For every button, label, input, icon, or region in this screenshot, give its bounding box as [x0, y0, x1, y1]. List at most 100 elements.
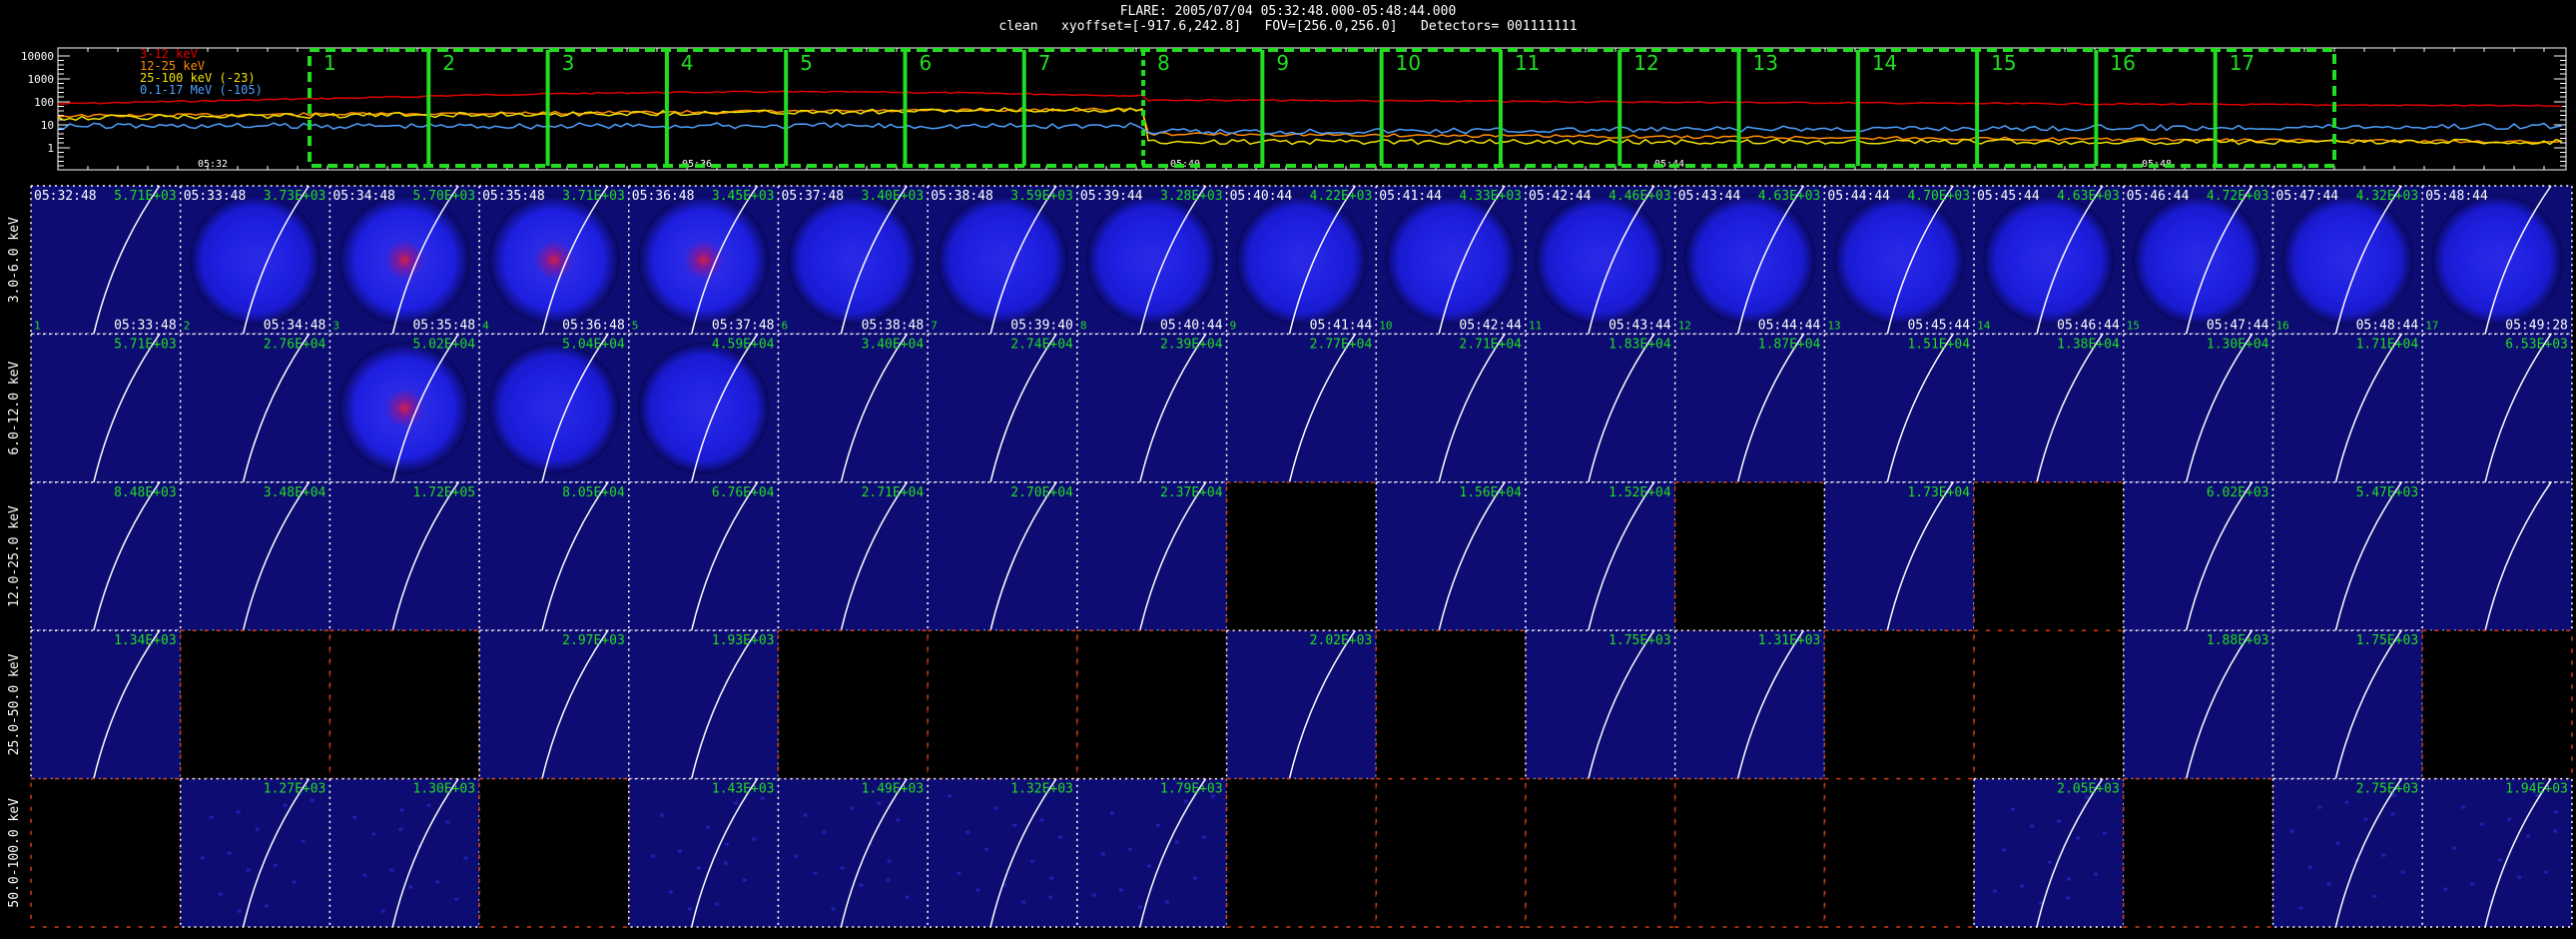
noise-speck: [2452, 846, 2457, 850]
source-disk: [937, 194, 1068, 327]
source-disk: [189, 194, 322, 327]
image-tile: 4.46E+03 05:42:44 05:43:44 11: [1525, 185, 1676, 336]
noise-speck: [2390, 812, 2395, 816]
tile-end-time: 05:38:48: [862, 318, 925, 333]
tile-start-time: 05:45:44: [1977, 189, 2040, 204]
tile-max-value: 8.48E+03: [114, 485, 177, 500]
tile-frame: [179, 333, 331, 483]
noise-speck: [2363, 817, 2368, 821]
image-tile: 5.70E+03 05:34:48 05:35:48 3: [328, 185, 480, 336]
noise-speck: [659, 813, 664, 817]
tile-background: [2272, 186, 2423, 335]
solar-limb: [840, 185, 908, 335]
image-tile: [1375, 777, 1527, 928]
tile-frame: [478, 185, 630, 336]
noise-speck: [705, 825, 710, 829]
noise-speck: [2443, 887, 2448, 891]
image-tile: 1.75E+03: [1525, 629, 1676, 780]
noise-speck: [2067, 877, 2072, 881]
noise-speck: [1030, 859, 1035, 863]
row-label: 6.0-12.0 keV: [7, 361, 22, 455]
tile-background: [1376, 481, 1526, 631]
noise-speck: [2461, 805, 2466, 809]
image-tile: [1673, 777, 1826, 928]
tile-max-value: 1.93E+03: [712, 633, 775, 648]
tile-frame: [2271, 629, 2423, 780]
empty-tile: [1673, 481, 1826, 631]
interval-number: 3: [562, 51, 575, 75]
noise-speck: [1002, 883, 1007, 887]
image-tile: 4.59E+04: [628, 333, 780, 483]
tile-max-value: 3.40E+04: [862, 337, 925, 352]
noise-speck: [868, 842, 873, 846]
empty-tile: [478, 777, 630, 928]
tile-index: 2: [184, 319, 191, 332]
noise-speck: [2544, 870, 2549, 874]
noise-speck: [966, 830, 970, 834]
noise-speck: [2344, 800, 2349, 804]
noise-speck: [2011, 807, 2016, 811]
source-disk: [1085, 194, 1218, 327]
tile-max-value: 8.05E+04: [562, 485, 625, 500]
tile-end-time: 05:34:48: [264, 318, 326, 333]
empty-tile: [1525, 777, 1676, 928]
solar-limb: [2185, 481, 2254, 631]
source-disk: [637, 194, 770, 327]
noise-speck: [714, 902, 719, 906]
noise-speck: [2057, 819, 2062, 823]
tile-max-value: 1.87E+04: [1758, 337, 1821, 352]
tile-frame: [478, 333, 630, 483]
solar-limb: [1288, 629, 1356, 779]
noise-speck: [2335, 841, 2340, 845]
tile-frame: [1076, 333, 1228, 483]
tile-end-time: 05:36:48: [562, 318, 625, 333]
tile-background: [1526, 481, 1675, 631]
tile-frame: [2123, 481, 2274, 631]
tile-frame: [1225, 629, 1378, 780]
image-tile: 1.93E+03: [628, 629, 780, 780]
tile-frame: [179, 185, 331, 336]
tile-max-value: 2.39E+04: [1160, 337, 1223, 352]
image-tile: 2.70E+04: [927, 481, 1078, 631]
noise-speck: [371, 832, 376, 836]
solar-limb: [989, 778, 1057, 928]
image-tile: [1225, 481, 1378, 631]
noise-speck: [957, 871, 962, 875]
image-tile: 3.40E+04: [777, 333, 929, 483]
tile-start-time: 05:33:48: [184, 189, 247, 204]
tile-max-value: 4.22E+03: [1310, 189, 1373, 204]
tile-frame: [2421, 185, 2573, 336]
noise-speck: [408, 885, 413, 889]
tile-max-value: 2.75E+03: [2356, 782, 2419, 797]
tile-max-value: 2.70E+04: [1010, 485, 1073, 500]
empty-tile: [1076, 629, 1228, 780]
noise-speck: [352, 815, 357, 819]
tile-max-value: 1.31E+03: [1758, 633, 1821, 648]
tile-max-value: 4.72E+03: [2207, 189, 2269, 204]
tile-max-value: 5.02E+04: [412, 337, 475, 352]
tile-max-value: 1.75E+03: [1609, 633, 1671, 648]
tile-background: [1226, 630, 1377, 779]
tile-frame: [328, 481, 480, 631]
source-disk: [1833, 194, 1966, 327]
empty-tile: [777, 629, 929, 780]
solar-limb: [242, 333, 311, 482]
noise-speck: [426, 803, 431, 807]
tile-max-value: 1.43E+03: [712, 782, 775, 797]
solar-limb: [541, 629, 609, 779]
tile-index: 13: [1827, 319, 1840, 332]
tile-frame: [30, 629, 182, 780]
noise-speck: [1183, 799, 1188, 803]
noise-speck: [984, 847, 989, 851]
legend-entry: 0.1-17 MeV (-105): [140, 83, 263, 97]
tile-background: [31, 334, 181, 482]
image-tile: 05:48:44 05:49:28 17: [2421, 185, 2573, 336]
tile-max-value: 6.53E+03: [2505, 337, 2568, 352]
tile-background: [1226, 334, 1377, 482]
solar-limb: [2036, 778, 2104, 928]
tile-background: [2123, 186, 2273, 335]
noise-speck: [2094, 872, 2099, 876]
tile-background: [2272, 630, 2423, 779]
image-tile: 1.79E+03: [1076, 777, 1228, 928]
solar-limb: [2484, 333, 2552, 482]
